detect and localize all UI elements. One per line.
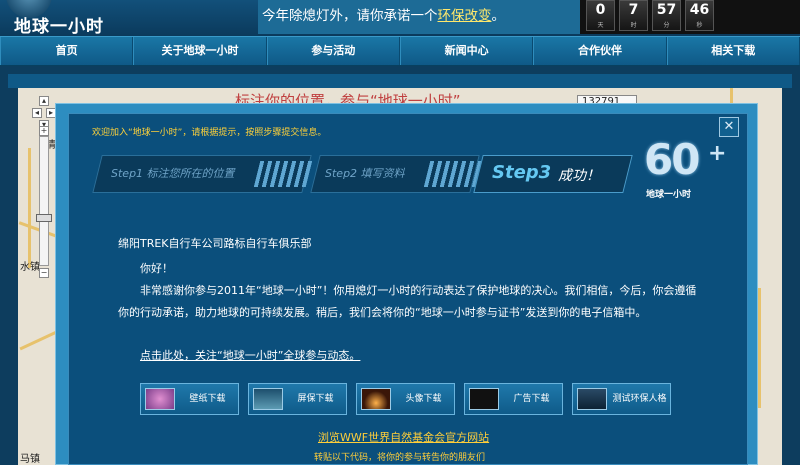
avatar-download-button[interactable]: 头像下载 [356, 383, 455, 415]
logo-60: 60 [644, 135, 700, 184]
screensaver-download-button[interactable]: 屏保下载 [248, 383, 347, 415]
countdown-seconds: 46 秒 [685, 0, 714, 31]
nav-downloads[interactable]: 相关下载 [666, 37, 800, 65]
map-controls: ▴ ◂ ▸ ▾ + − [32, 96, 56, 281]
earth-hour-logo: 60 + 地球一小时 [640, 135, 730, 205]
countdown-hours: 7时 [619, 0, 648, 31]
pan-up-button[interactable]: ▴ [39, 96, 49, 106]
site-header: 地球一小时 今年除熄灯外，请你承诺一个环保改变。 0天 7时 57 分 46 秒 [0, 0, 800, 37]
test-icon [577, 388, 607, 410]
main-nav: 首页 关于地球一小时 参与活动 新闻中心 合作伙伴 相关下载 [0, 36, 800, 66]
zoom-slider-handle[interactable] [36, 214, 52, 222]
map-place-label: 马镇 [20, 454, 40, 465]
wwf-website-link[interactable]: 浏览WWF世界自然基金会官方网站 [318, 429, 489, 445]
follow-updates-link[interactable]: 点击此处，关注“地球一小时”全球参与动态。 [140, 347, 360, 363]
greeting: 你好！ [140, 262, 173, 275]
screensaver-icon [253, 388, 283, 410]
countdown-minutes: 57 分 [652, 0, 681, 31]
organization-name: 绵阳TREK自行车公司路标自行车俱乐部 [118, 237, 312, 250]
pledge-banner: 今年除熄灯外，请你承诺一个环保改变。 [258, 0, 580, 34]
zoom-out-button[interactable]: − [39, 268, 49, 278]
step-1-label: Step1 标注您所在的位置 [111, 167, 235, 180]
nav-home[interactable]: 首页 [0, 37, 134, 65]
map-road [758, 288, 761, 408]
site-logo[interactable]: 地球一小时 [0, 0, 150, 37]
step-separator [423, 161, 483, 187]
dialog-tip: 欢迎加入“地球一小时”，请根据提示，按照步骤提交信息。 [92, 128, 327, 138]
step-3-number: Step3 [492, 162, 552, 183]
step-separator [253, 161, 313, 187]
nav-partners[interactable]: 合作伙伴 [533, 37, 667, 65]
nav-participate[interactable]: 参与活动 [266, 37, 400, 65]
pan-left-button[interactable]: ◂ [32, 108, 42, 118]
countdown-days: 0天 [586, 0, 615, 31]
share-code-text: 转贴以下代码，将你的参与转告你的朋友们 [314, 453, 486, 463]
wallpaper-download-button[interactable]: 壁纸下载 [140, 383, 239, 415]
countdown-timer: 0天 7时 57 分 46 秒 [580, 0, 800, 34]
banner-link[interactable]: 环保改变 [438, 8, 492, 24]
logo-text: 地球一小时 [14, 17, 104, 37]
download-buttons: 壁纸下载 屏保下载 头像下载 广告下载 测试环保人格 [140, 383, 680, 415]
step-2-label: Step2 填写资料 [325, 167, 405, 180]
ad-download-button[interactable]: 广告下载 [464, 383, 563, 415]
ad-icon [469, 388, 499, 410]
close-icon[interactable]: ✕ [719, 117, 739, 137]
map-frame [8, 74, 792, 88]
wallpaper-icon [145, 388, 175, 410]
logo-caption: 地球一小时 [646, 190, 692, 200]
zoom-in-button[interactable]: + [39, 126, 49, 136]
map-road [28, 148, 31, 268]
thank-you-message: 非常感谢你参与2011年“地球一小时”！你用熄灯一小时的行动表达了保护地球的决心… [118, 284, 697, 319]
logo-plus: + [708, 141, 727, 166]
avatar-icon [361, 388, 391, 410]
banner-text: 今年除熄灯外，请你承诺一个环保改变。 [262, 8, 505, 24]
eco-personality-test-button[interactable]: 测试环保人格 [572, 383, 671, 415]
nav-about[interactable]: 关于地球一小时 [133, 37, 267, 65]
nav-news[interactable]: 新闻中心 [399, 37, 534, 65]
step-3-label: 成功！ [558, 168, 600, 184]
zoom-slider[interactable] [39, 136, 49, 266]
